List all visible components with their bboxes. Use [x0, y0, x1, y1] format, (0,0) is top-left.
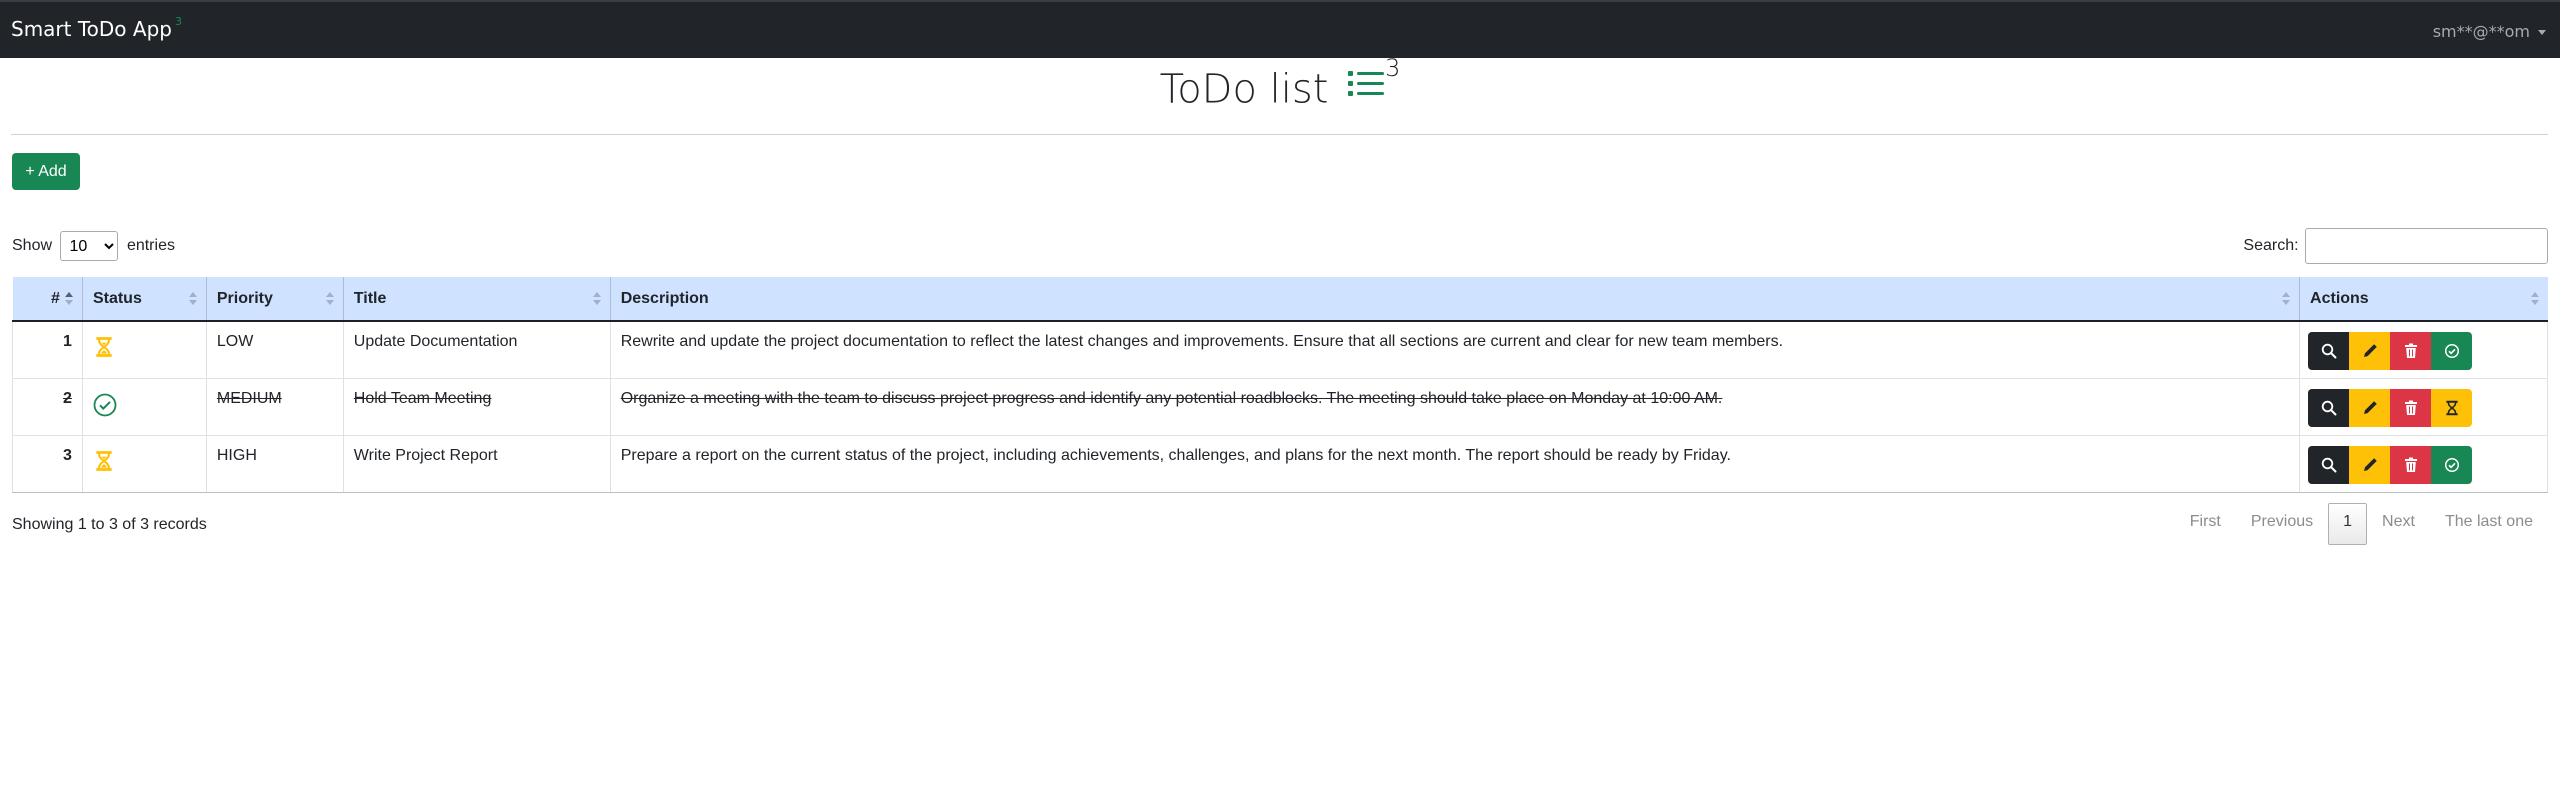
- show-label: Show: [12, 237, 53, 255]
- delete-button[interactable]: [2390, 388, 2432, 427]
- sort-icon: [2530, 292, 2539, 306]
- description-cell: Rewrite and update the project documenta…: [610, 321, 2301, 379]
- pagination-last[interactable]: The last one: [2430, 503, 2548, 545]
- view-button[interactable]: [2308, 388, 2350, 427]
- priority-cell: HIGH: [206, 435, 344, 493]
- navbar: Smart ToDo App 3 sm**@**om: [0, 0, 2560, 58]
- delete-button[interactable]: [2390, 332, 2432, 370]
- title-cell: Update Documentation: [343, 321, 611, 379]
- list-icon: [1347, 64, 1385, 110]
- edit-button[interactable]: [2349, 332, 2391, 370]
- sort-icon: [592, 292, 601, 306]
- search-control: Search:: [2243, 228, 2548, 264]
- column-header-priority[interactable]: Priority: [206, 277, 344, 322]
- status-cell: [82, 378, 207, 436]
- page-title-text: ToDo list: [1159, 66, 1329, 113]
- edit-button[interactable]: [2349, 388, 2391, 427]
- row-number: 3: [12, 435, 83, 493]
- column-header-description[interactable]: Description: [610, 277, 2301, 322]
- pagination: First Previous 1 Next The last one: [2175, 503, 2548, 545]
- sort-icon: [188, 292, 197, 306]
- title-cell: Hold Team Meeting: [343, 378, 611, 436]
- actions-cell: [2299, 435, 2548, 493]
- table-row: 1 LOW Update Documentation Rewrite and u…: [12, 321, 2548, 379]
- status-cell: [82, 435, 207, 493]
- edit-button[interactable]: [2349, 445, 2391, 484]
- actions-cell: [2299, 378, 2548, 436]
- entries-label: entries: [126, 237, 175, 255]
- title-cell: Write Project Report: [343, 435, 611, 493]
- sort-icon: [325, 292, 334, 306]
- row-number: 1: [12, 321, 83, 379]
- pagination-first[interactable]: First: [2175, 503, 2236, 545]
- column-header-title[interactable]: Title: [343, 277, 611, 322]
- sort-asc-icon: [64, 292, 73, 306]
- action-button-group: [2308, 445, 2473, 484]
- entries-length-control: Show 10 entries: [12, 231, 175, 261]
- check-circle-icon: [2444, 457, 2459, 472]
- brand-name[interactable]: Smart ToDo App: [11, 17, 172, 41]
- action-button-group: [2308, 388, 2473, 427]
- title-count: 3: [1385, 54, 1401, 82]
- page-title: ToDo list 3: [0, 54, 2560, 114]
- search-label: Search:: [2243, 237, 2299, 254]
- table-row: 2 MEDIUM Hold Team Meeting Organize a me…: [12, 378, 2548, 436]
- brand-badge: 3: [174, 15, 182, 29]
- description-cell: Prepare a report on the current status o…: [610, 435, 2301, 493]
- pagination-next[interactable]: Next: [2367, 503, 2430, 545]
- hourglass-icon: [2445, 400, 2458, 415]
- complete-button[interactable]: [2431, 332, 2473, 370]
- actions-cell: [2299, 321, 2548, 379]
- action-button-group: [2308, 332, 2473, 370]
- description-cell: Organize a meeting with the team to disc…: [610, 378, 2301, 436]
- row-number: 2: [12, 378, 83, 436]
- table-row: 3 HIGH Write Project Report Prepare a re…: [12, 435, 2548, 493]
- search-input[interactable]: [2305, 228, 2548, 264]
- view-button[interactable]: [2308, 445, 2350, 484]
- delete-button[interactable]: [2390, 445, 2432, 484]
- hourglass-icon: [96, 450, 112, 471]
- column-header-status[interactable]: Status: [82, 277, 207, 322]
- column-header-actions[interactable]: Actions: [2299, 277, 2548, 322]
- priority-cell: MEDIUM: [206, 378, 344, 436]
- check-circle-icon: [2444, 343, 2459, 359]
- trash-icon: [2404, 400, 2417, 415]
- pencil-icon: [2363, 457, 2377, 471]
- check-circle-icon: [93, 393, 117, 416]
- search-icon: [2321, 400, 2337, 415]
- table-info: Showing 1 to 3 of 3 records: [12, 516, 207, 533]
- pencil-icon: [2363, 344, 2377, 357]
- reopen-button[interactable]: [2431, 388, 2473, 427]
- column-header-number[interactable]: #: [12, 277, 83, 322]
- pagination-page[interactable]: 1: [2328, 503, 2368, 545]
- trash-icon: [2404, 343, 2417, 358]
- brand[interactable]: Smart ToDo App 3: [11, 15, 182, 41]
- divider: [11, 134, 2548, 135]
- add-button[interactable]: + Add: [12, 153, 80, 190]
- view-button[interactable]: [2308, 332, 2350, 370]
- user-email[interactable]: sm**@**om: [2433, 22, 2530, 41]
- user-menu[interactable]: sm**@**om: [2433, 22, 2546, 41]
- sort-icon: [2282, 292, 2291, 306]
- search-icon: [2321, 343, 2337, 359]
- complete-button[interactable]: [2431, 445, 2473, 484]
- todo-table: # Status Priority Title Description Acti…: [12, 277, 2548, 493]
- priority-cell: LOW: [206, 321, 344, 379]
- trash-icon: [2404, 457, 2417, 472]
- table-header-row: # Status Priority Title Description Acti…: [12, 277, 2548, 322]
- search-icon: [2321, 457, 2337, 472]
- status-cell: [82, 321, 207, 379]
- chevron-down-icon: [2538, 30, 2546, 35]
- entries-select[interactable]: 10: [60, 231, 119, 261]
- hourglass-icon: [96, 337, 112, 357]
- pencil-icon: [2363, 400, 2377, 414]
- pagination-previous[interactable]: Previous: [2236, 503, 2328, 545]
